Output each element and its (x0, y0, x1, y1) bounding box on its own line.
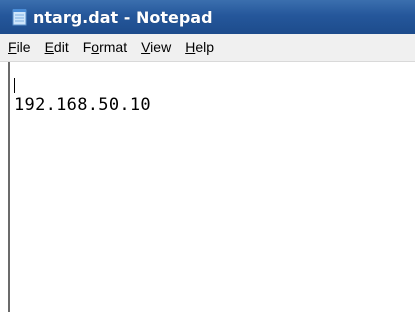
window-title: ntarg.dat - Notepad (33, 7, 213, 27)
menu-format[interactable]: Format (83, 34, 127, 61)
menu-help[interactable]: Help (185, 34, 214, 61)
text-caret (14, 78, 15, 93)
editor-text: 192.168.50.10 (14, 95, 151, 115)
text-editor[interactable]: 192.168.50.10 (8, 62, 415, 312)
title-bar[interactable]: ntarg.dat - Notepad (0, 0, 415, 34)
menu-view[interactable]: View (141, 34, 171, 61)
menu-bar: File Edit Format View Help (0, 34, 415, 62)
menu-file[interactable]: File (8, 34, 31, 61)
notepad-icon[interactable] (12, 8, 28, 26)
menu-edit[interactable]: Edit (45, 34, 69, 61)
